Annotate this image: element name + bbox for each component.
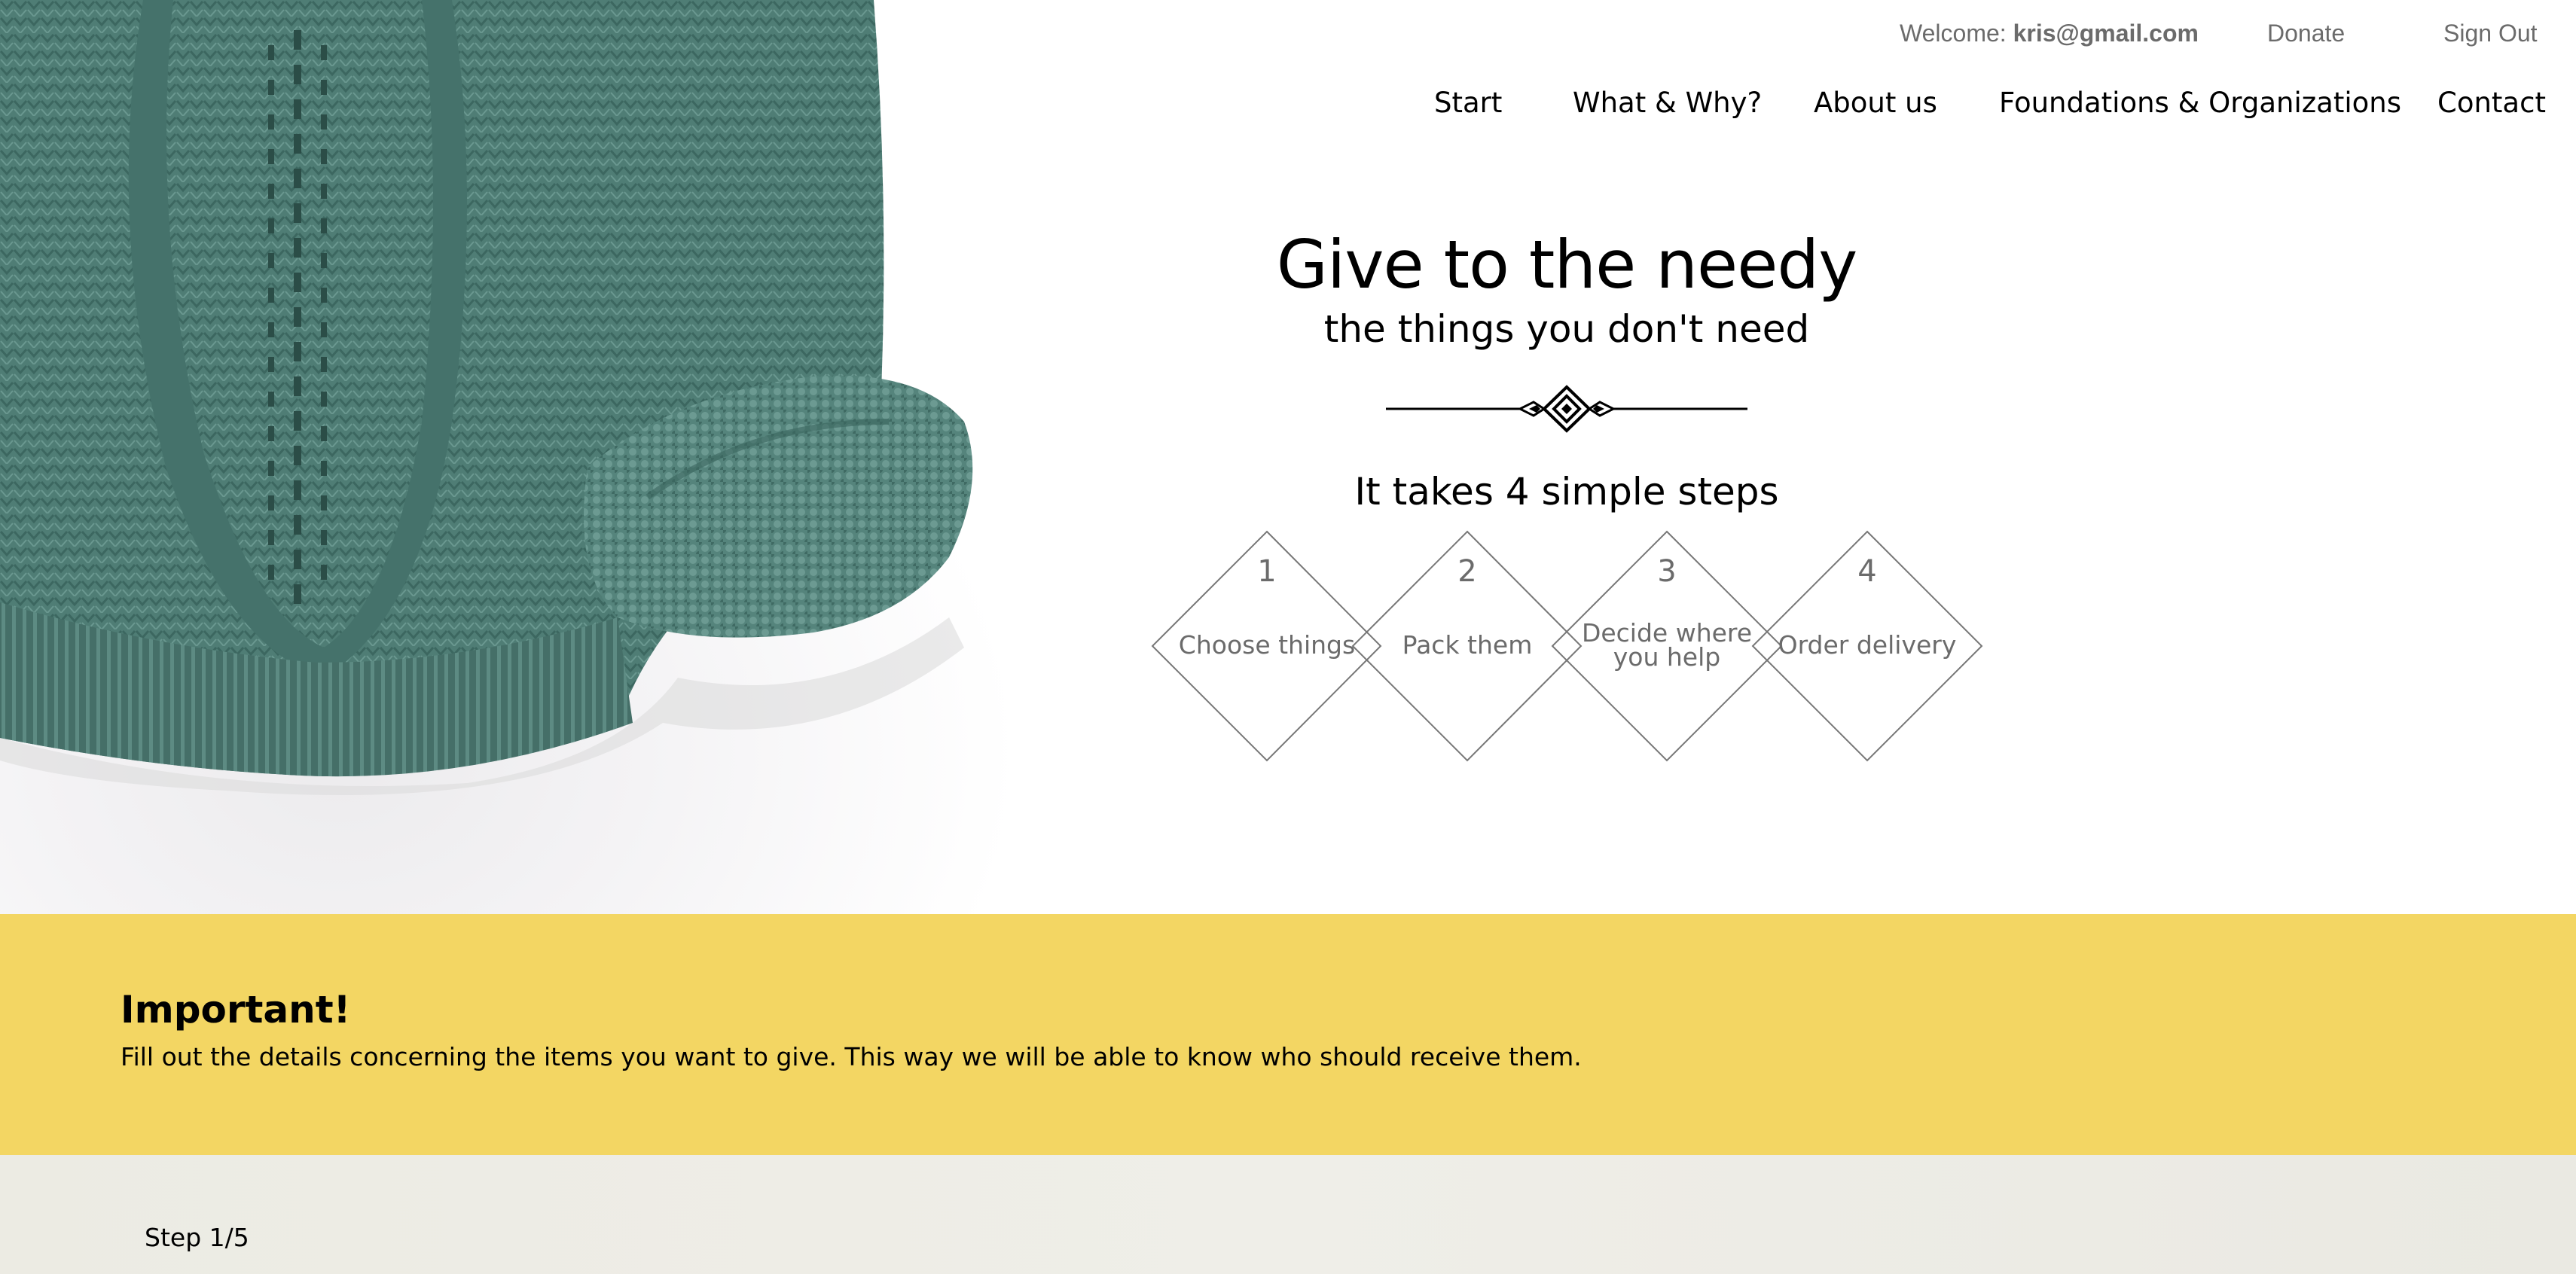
welcome-prefix: Welcome:: [1900, 20, 2007, 47]
step-counter: Step 1/5: [145, 1223, 249, 1252]
step-4-label: Order delivery: [1778, 630, 1957, 660]
ornament-divider-icon: [1386, 385, 1747, 433]
step-3-label-line2: you help: [1613, 642, 1721, 672]
sign-out-link[interactable]: Sign Out: [2443, 20, 2538, 47]
step-4-number: 4: [1857, 554, 1877, 589]
nav-item-about-us[interactable]: About us: [1814, 87, 1937, 119]
nav-item-what-why[interactable]: What & Why?: [1573, 87, 1762, 119]
main-nav: Start What & Why? About us Foundations &…: [0, 87, 2576, 126]
page-subtitle: the things you don't need: [1323, 307, 1810, 351]
step-2-label: Pack them: [1402, 630, 1533, 660]
step-1-number: 1: [1257, 554, 1277, 589]
important-title: Important!: [121, 988, 351, 1032]
top-bar: Welcome: kris@gmail.com Donate Sign Out: [0, 20, 2576, 50]
step-3-number: 3: [1657, 554, 1677, 589]
hero-section: [0, 0, 2576, 914]
step-1-label: Choose things: [1178, 630, 1356, 660]
donate-link[interactable]: Donate: [2267, 20, 2345, 47]
important-text: Fill out the details concerning the item…: [121, 1042, 1582, 1071]
steps-diagram: 1 Choose things 2 Pack them 3 Decide whe…: [1145, 527, 1988, 768]
nav-item-start[interactable]: Start: [1434, 87, 1502, 119]
nav-item-contact[interactable]: Contact: [2437, 87, 2546, 119]
steps-title: It takes 4 simple steps: [1354, 470, 1779, 514]
page-title: Give to the needy: [1276, 226, 1858, 303]
nav-item-foundations[interactable]: Foundations & Organizations: [1999, 87, 2401, 119]
welcome-text: Welcome: kris@gmail.com: [1900, 20, 2199, 47]
user-email: kris@gmail.com: [2013, 20, 2199, 47]
form-section: Step 1/5: [0, 1155, 2576, 1274]
important-notice: Important! Fill out the details concerni…: [0, 914, 2576, 1155]
step-2-number: 2: [1457, 554, 1477, 589]
